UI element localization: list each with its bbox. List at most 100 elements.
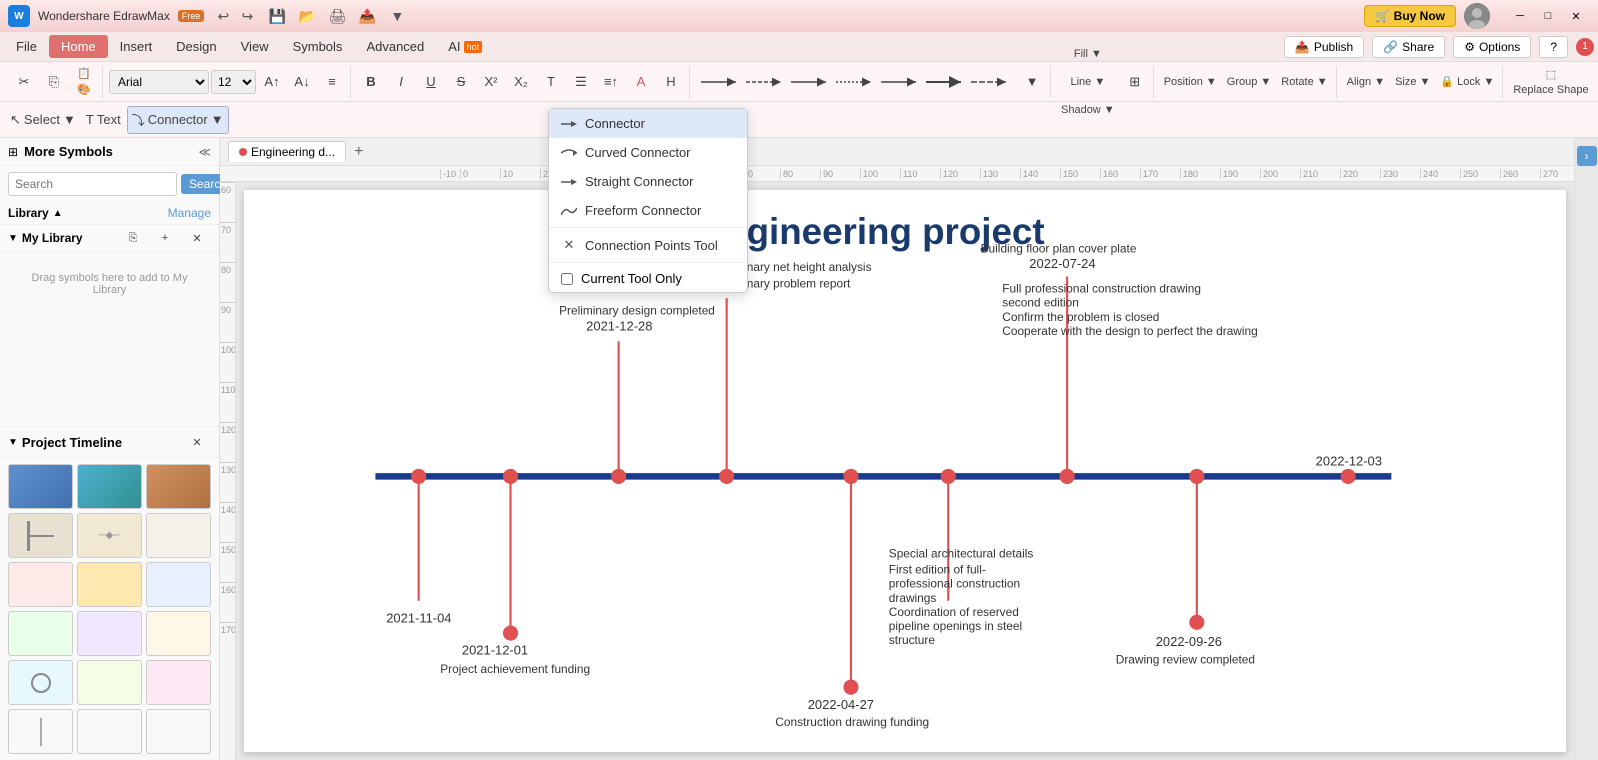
print-button[interactable]: 🖨 xyxy=(326,5,348,27)
menu-file[interactable]: File xyxy=(4,35,49,58)
list-item[interactable] xyxy=(8,513,73,558)
highlight-button[interactable]: H xyxy=(657,68,685,96)
publish-button[interactable]: 📤 Publish xyxy=(1284,36,1364,58)
dropdown-item-straight[interactable]: Straight Connector xyxy=(549,167,747,196)
maximize-button[interactable]: □ xyxy=(1534,5,1562,27)
list-item[interactable] xyxy=(77,709,142,754)
list-item[interactable] xyxy=(8,464,73,509)
save-button[interactable]: 💾 xyxy=(266,5,288,27)
user-avatar[interactable] xyxy=(1464,3,1490,29)
menu-design[interactable]: Design xyxy=(164,35,228,58)
connector-icon xyxy=(561,118,577,130)
copy-button[interactable]: ⎘ xyxy=(40,68,68,96)
list-item[interactable] xyxy=(77,562,142,607)
my-library-copy-button[interactable]: ⎘ xyxy=(119,229,147,247)
menu-ai[interactable]: AI hot xyxy=(436,35,494,58)
list-item[interactable] xyxy=(146,611,211,656)
paste-button[interactable]: 📋 xyxy=(70,67,98,81)
export-button[interactable]: 📤 xyxy=(356,5,378,27)
my-library-close-button[interactable]: ✕ xyxy=(183,229,211,247)
dropdown-item-connector[interactable]: Connector xyxy=(549,109,747,138)
decrease-font-button[interactable]: A↓ xyxy=(288,68,316,96)
options-button[interactable]: ⚙ Options xyxy=(1453,36,1531,58)
menu-advanced[interactable]: Advanced xyxy=(354,35,436,58)
fill-button[interactable]: Fill ▼ xyxy=(1057,40,1119,68)
strikethrough-button[interactable]: S xyxy=(447,68,475,96)
list-button[interactable]: ☰ xyxy=(567,68,595,96)
list-item[interactable] xyxy=(8,709,73,754)
canvas-content[interactable]: Engineering project 2021-11-04 2021-12-0… xyxy=(244,190,1566,752)
text-style-button[interactable]: T xyxy=(537,68,565,96)
format-paint-button[interactable]: 🎨 xyxy=(70,83,98,97)
list-item[interactable] xyxy=(146,660,211,705)
position-button[interactable]: Position ▼ xyxy=(1160,68,1221,96)
cut-button[interactable]: ✂ xyxy=(10,68,38,96)
menu-insert[interactable]: Insert xyxy=(108,35,165,58)
chevron-right-icon: › xyxy=(1585,149,1589,163)
styles-expand-button[interactable]: ⊞ xyxy=(1121,68,1149,96)
more-button[interactable]: ▼ xyxy=(386,5,408,27)
menu-view[interactable]: View xyxy=(229,35,281,58)
list-item[interactable] xyxy=(8,611,73,656)
canvas-tab[interactable]: Engineering d... xyxy=(228,141,346,162)
indent-button[interactable]: ≡↑ xyxy=(597,68,625,96)
redo-button[interactable]: ↪ xyxy=(236,5,258,27)
font-size-select[interactable]: 12 xyxy=(211,70,256,94)
project-close-button[interactable]: ✕ xyxy=(183,433,211,451)
list-item[interactable] xyxy=(8,562,73,607)
rotate-button[interactable]: Rotate ▼ xyxy=(1277,68,1331,96)
shadow-button[interactable]: Shadow ▼ xyxy=(1057,96,1119,124)
manage-link[interactable]: Manage xyxy=(168,206,211,220)
font-family-select[interactable]: Arial xyxy=(109,70,209,94)
group-button[interactable]: Group ▼ xyxy=(1223,68,1276,96)
list-item[interactable] xyxy=(77,464,142,509)
dropdown-item-connection-points[interactable]: ✕ Connection Points Tool xyxy=(549,230,747,260)
subscript-button[interactable]: X₂ xyxy=(507,68,535,96)
open-button[interactable]: 📂 xyxy=(296,5,318,27)
dropdown-item-freeform[interactable]: Freeform Connector xyxy=(549,196,747,225)
help-button[interactable]: ? xyxy=(1539,36,1568,58)
list-item[interactable] xyxy=(146,709,211,754)
list-item[interactable]: ─◆─ xyxy=(77,513,142,558)
underline-button[interactable]: U xyxy=(417,68,445,96)
undo-button[interactable]: ↩ xyxy=(212,5,234,27)
list-item[interactable] xyxy=(8,660,73,705)
timeline-date: 2022-09-26 xyxy=(1156,634,1222,649)
list-item[interactable] xyxy=(77,660,142,705)
arrow-expand-button[interactable]: ▼ xyxy=(1018,68,1046,96)
search-input[interactable] xyxy=(8,172,177,196)
list-item[interactable] xyxy=(146,513,211,558)
current-tool-checkbox[interactable] xyxy=(561,273,573,285)
list-item[interactable] xyxy=(77,611,142,656)
sidebar-collapse-button[interactable]: ≪ xyxy=(198,145,211,159)
dropdown-item-current-tool[interactable]: Current Tool Only xyxy=(549,265,747,292)
close-button[interactable]: ✕ xyxy=(1562,5,1590,27)
italic-button[interactable]: I xyxy=(387,68,415,96)
increase-font-button[interactable]: A↑ xyxy=(258,68,286,96)
ruler-mark: 250 xyxy=(1460,169,1500,179)
menu-home[interactable]: Home xyxy=(49,35,108,58)
select-button[interactable]: ↖ Select ▼ xyxy=(6,106,80,134)
lock-button[interactable]: 🔒 Lock ▼ xyxy=(1436,68,1498,96)
ruler-mark: 80 xyxy=(780,169,820,179)
replace-shape-button[interactable]: ⬚ Replace Shape xyxy=(1509,64,1592,100)
add-tab-button[interactable]: + xyxy=(350,143,367,161)
menu-symbols[interactable]: Symbols xyxy=(281,35,355,58)
bold-button[interactable]: B xyxy=(357,68,385,96)
buy-now-button[interactable]: 🛒 Buy Now xyxy=(1364,5,1456,27)
connector-button[interactable]: ⤵ Connector ▼ xyxy=(127,106,229,134)
superscript-button[interactable]: X² xyxy=(477,68,505,96)
my-library-add-button[interactable]: + xyxy=(151,229,179,247)
text-button[interactable]: T Text xyxy=(82,106,125,134)
list-item[interactable] xyxy=(146,562,211,607)
share-button[interactable]: 🔗 Share xyxy=(1372,36,1445,58)
align-text-button[interactable]: ≡ xyxy=(318,68,346,96)
minimize-button[interactable]: ─ xyxy=(1506,5,1534,27)
right-panel-toggle[interactable]: › xyxy=(1577,146,1597,166)
align-button[interactable]: Align ▼ xyxy=(1343,68,1389,96)
font-color-button[interactable]: A xyxy=(627,68,655,96)
dropdown-item-curved[interactable]: Curved Connector xyxy=(549,138,747,167)
line-button[interactable]: Line ▼ xyxy=(1057,68,1119,96)
size-button[interactable]: Size ▼ xyxy=(1391,68,1434,96)
list-item[interactable] xyxy=(146,464,211,509)
